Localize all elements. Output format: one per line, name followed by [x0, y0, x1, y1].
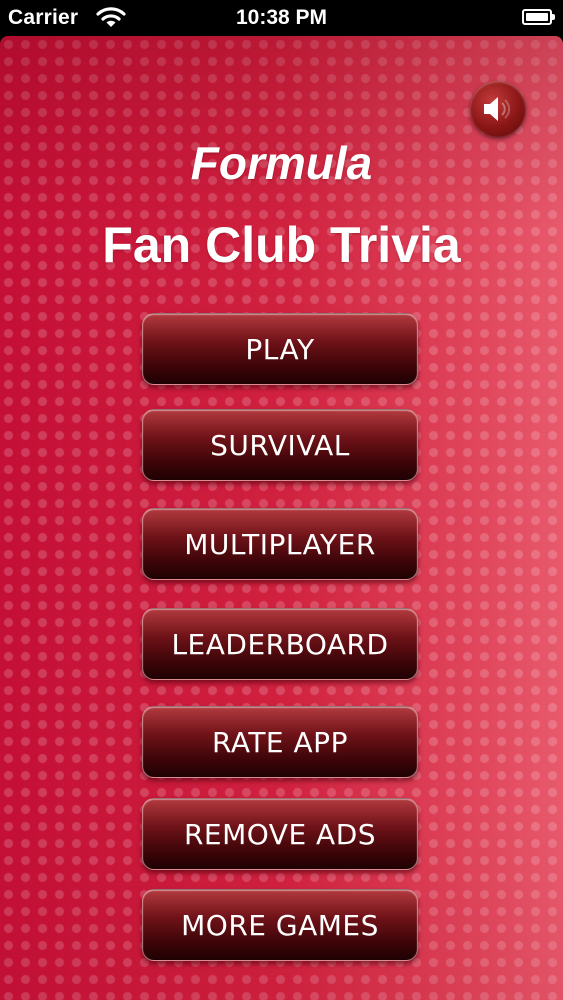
more-games-button[interactable]: MORE GAMES — [142, 889, 418, 961]
remove-ads-button-label: REMOVE ADS — [183, 817, 377, 851]
sound-toggle-button[interactable] — [470, 81, 526, 137]
speaker-icon — [484, 97, 511, 121]
more-games-button-label: MORE GAMES — [181, 908, 379, 942]
main-menu-screen: Formula Fan Club Trivia PLAY SURVIVAL MU… — [0, 36, 563, 1000]
title-formula: Formula — [190, 137, 373, 189]
leaderboard-button-label: LEADERBOARD — [171, 627, 389, 661]
survival-button-label: SURVIVAL — [210, 428, 350, 462]
battery-icon — [522, 9, 555, 25]
survival-button[interactable]: SURVIVAL — [142, 409, 418, 481]
status-bar: Carrier 10:38 PM — [0, 0, 563, 36]
play-button[interactable]: PLAY — [142, 313, 418, 385]
rate-app-button-label: RATE APP — [212, 725, 348, 759]
multiplayer-button[interactable]: MULTIPLAYER — [142, 508, 418, 580]
title-fan-club-trivia: Fan Club Trivia — [102, 217, 461, 273]
multiplayer-button-label: MULTIPLAYER — [184, 527, 376, 561]
rate-app-button[interactable]: RATE APP — [142, 706, 418, 778]
status-time: 10:38 PM — [235, 6, 328, 29]
leaderboard-button[interactable]: LEADERBOARD — [142, 608, 418, 680]
play-button-label: PLAY — [245, 332, 315, 366]
remove-ads-button[interactable]: REMOVE ADS — [142, 798, 418, 870]
